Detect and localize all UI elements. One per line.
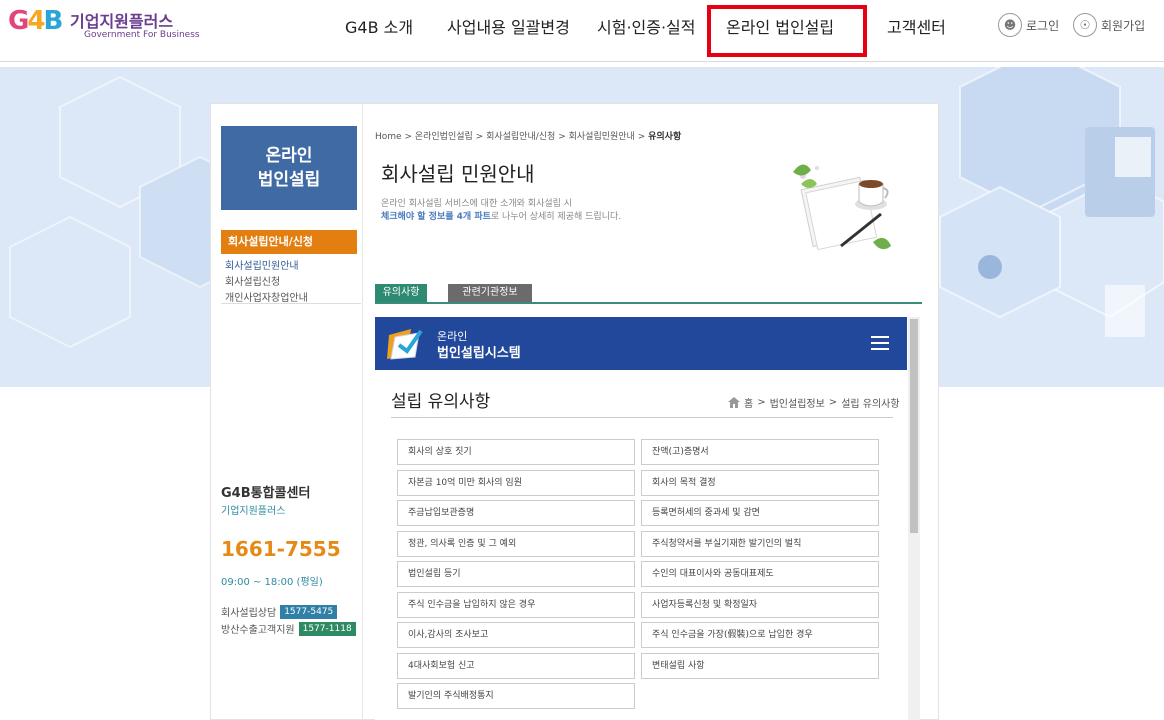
lnb-title-line2: 법인설립	[257, 170, 321, 190]
notice-item-company-purpose[interactable]: 회사의 목적 결정	[641, 470, 879, 496]
section-title: 설립 유의사항	[391, 392, 491, 412]
nav-certification[interactable]: 시험·인증·실적	[597, 14, 696, 38]
system-bc-current: 설립 유의사항	[841, 399, 900, 410]
site-logo[interactable]: G4B 기업지원플러스 Government For Business	[8, 4, 200, 46]
callcenter-title: G4B통합콜센터	[221, 486, 311, 501]
callcenter-row2-label: 방산수출고객지원	[221, 625, 295, 636]
chevron-right-icon: >	[828, 397, 838, 408]
system-title-line2: 법인설립시스템	[437, 346, 521, 361]
system-scrollbar[interactable]	[908, 317, 920, 720]
login-label: 로그인	[1026, 18, 1060, 33]
section-rule	[391, 417, 893, 418]
callcenter-phone: 1661-7555	[221, 537, 341, 561]
notice-item-joint-ceo[interactable]: 수인의 대표이사와 공동대표제도	[641, 561, 879, 587]
page-description-line2: 체크해야 할 정보를 4개 파트로 나누어 상세히 제공해 드립니다.	[381, 209, 621, 222]
lnb-item-civil-guide[interactable]: 회사설립민원안내	[225, 257, 299, 272]
notice-item-sham-payment[interactable]: 주식 인수금을 가장(假裝)으로 납입한 경우	[641, 622, 879, 648]
incorporation-system-panel: 온라인 법인설립시스템 설립 유의사항 홈 > 법인설립정보 > 설립 유의사항…	[375, 317, 920, 720]
logo-mark: G4B	[8, 6, 63, 36]
home-icon[interactable]	[728, 397, 740, 408]
callcenter-hours: 09:00 ~ 18:00 (평일)	[221, 577, 323, 588]
lnb-item-incorporation-apply[interactable]: 회사설립신청	[225, 273, 280, 288]
lnb-title: 온라인 법인설립	[221, 126, 357, 210]
breadcrumb: Home > 온라인법인설립 > 회사설립안내/신청 > 회사설립민원안내 > …	[375, 129, 681, 142]
notice-item-articles-certification[interactable]: 정관, 의사록 인증 및 그 예외	[397, 531, 635, 557]
logo-title: 기업지원플러스	[70, 12, 174, 31]
system-breadcrumb: 홈 > 법인설립정보 > 설립 유의사항	[728, 395, 900, 410]
chevron-right-icon: >	[757, 397, 766, 408]
lnb-title-line1: 온라인	[265, 146, 313, 166]
lnb-active-section[interactable]: 회사설립안내/신청	[221, 230, 357, 254]
menu-icon[interactable]	[871, 334, 891, 352]
callcenter-row-incorporation: 회사설립상담 1577-5475	[221, 604, 338, 619]
scrollbar-thumb[interactable]	[910, 319, 918, 533]
lnb-divider	[221, 303, 361, 304]
join-label: 회원가입	[1101, 18, 1146, 33]
callcenter-row1-label: 회사설립상담	[221, 608, 277, 619]
page-description-line1: 온라인 회사설립 서비스에 대한 소개와 회사설립 시	[381, 199, 573, 209]
tab-notice[interactable]: 유의사항	[375, 284, 427, 302]
logo-subtitle: Government For Business	[84, 30, 200, 40]
notice-item-payment-certificate[interactable]: 주금납입보관증명	[397, 500, 635, 526]
join-icon: ☉	[1073, 13, 1097, 37]
coffee-deco-icon	[793, 164, 891, 251]
tab-related-agencies[interactable]: 관련기관정보	[448, 284, 532, 302]
notice-item-unpaid-shares[interactable]: 주식 인수금을 납입하지 않은 경우	[397, 592, 635, 618]
page-description-rest: 로 나누어 상세히 제공해 드립니다.	[490, 212, 622, 222]
lnb-item-sole-proprietor[interactable]: 개인사업자창업안내	[225, 289, 308, 304]
notice-item-business-registration[interactable]: 사업자등록신청 및 확정일자	[641, 592, 879, 618]
breadcrumb-current: 유의사항	[648, 132, 682, 142]
notice-item-social-insurance[interactable]: 4대사회보험 신고	[397, 653, 635, 679]
system-header: 온라인 법인설립시스템	[375, 317, 907, 370]
nav-highlight-box	[707, 5, 867, 57]
nav-g4b-intro[interactable]: G4B 소개	[345, 14, 413, 38]
nav-bulk-change[interactable]: 사업내용 일괄변경	[447, 14, 570, 38]
tab-underline	[375, 302, 922, 304]
notice-item-promoter-penalty[interactable]: 주식청약서를 부실기재한 발기인의 벌칙	[641, 531, 879, 557]
join-link[interactable]: ☉ 회원가입	[1073, 13, 1145, 37]
login-link[interactable]: ☻ 로그인	[998, 13, 1059, 37]
page-title: 회사설립 민원안내	[381, 162, 535, 186]
system-bc-home[interactable]: 홈	[744, 395, 753, 410]
notice-item-abnormal-incorporation[interactable]: 변태설립 사항	[641, 653, 879, 679]
system-bc-mid[interactable]: 법인설립정보	[770, 395, 825, 410]
user-icon: ☻	[998, 13, 1022, 37]
callcenter-row-defense: 방산수출고객지원 1577-1118	[221, 621, 356, 636]
top-header: G4B 기업지원플러스 Government For Business G4B …	[0, 0, 1164, 62]
notice-item-registration[interactable]: 법인설립 등기	[397, 561, 635, 587]
notice-item-small-capital-officers[interactable]: 자본금 10억 미만 회사의 임원	[397, 470, 635, 496]
system-logo-icon	[387, 329, 423, 360]
callcenter-row2-number: 1577-1118	[298, 621, 356, 636]
notice-item-share-allocation[interactable]: 발기인의 주식배정통지	[397, 683, 635, 709]
notice-item-company-name[interactable]: 회사의 상호 짓기	[397, 439, 635, 465]
main-container: 온라인 법인설립 회사설립안내/신청 회사설립민원안내 회사설립신청 개인사업자…	[210, 103, 939, 720]
callcenter-subtitle: 기업지원플러스	[221, 506, 286, 517]
notice-item-director-report[interactable]: 이사,감사의 조사보고	[397, 622, 635, 648]
notice-item-registration-tax[interactable]: 등록면허세의 중과세 및 감면	[641, 500, 879, 526]
column-divider	[362, 104, 363, 720]
callcenter-row1-number: 1577-5475	[280, 604, 338, 619]
notice-item-balance-certificate[interactable]: 잔액(고)증명서	[641, 439, 879, 465]
breadcrumb-path: Home > 온라인법인설립 > 회사설립안내/신청 > 회사설립민원안내 >	[375, 132, 649, 142]
page-description-emphasis: 체크해야 할 정보를 4개 파트	[381, 212, 491, 222]
nav-customer-center[interactable]: 고객센터	[887, 14, 946, 38]
